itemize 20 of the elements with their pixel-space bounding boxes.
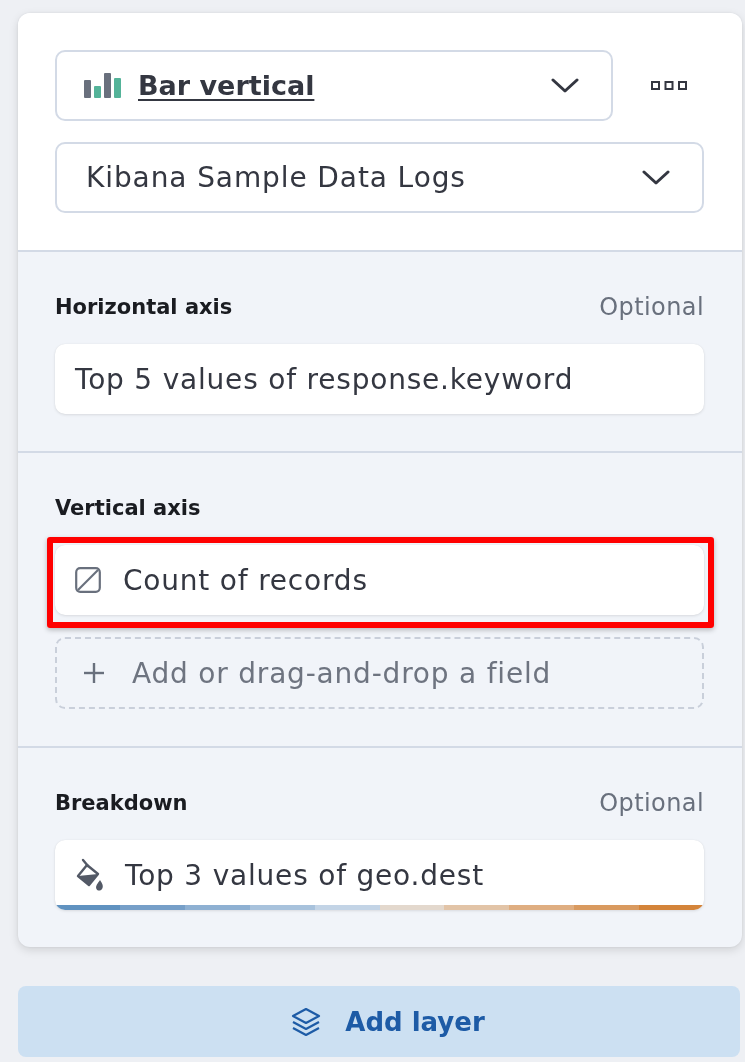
ellipsis-icon bbox=[651, 81, 687, 90]
optional-hint: Optional bbox=[599, 293, 704, 321]
chart-type-select[interactable]: Bar vertical bbox=[55, 50, 613, 121]
section-title: Horizontal axis bbox=[55, 295, 233, 319]
data-view-select[interactable]: Kibana Sample Data Logs bbox=[55, 142, 704, 213]
paint-bucket-icon bbox=[75, 858, 105, 892]
chevron-down-icon bbox=[642, 170, 670, 185]
plus-icon bbox=[83, 662, 105, 684]
chevron-down-icon bbox=[551, 78, 579, 93]
dimension-button[interactable]: Top 3 values of geo.dest bbox=[55, 840, 704, 910]
layers-icon bbox=[291, 1006, 322, 1037]
add-layer-button[interactable]: Add layer bbox=[18, 986, 740, 1057]
square-slash-icon bbox=[75, 567, 101, 593]
dimension-button[interactable]: Top 5 values of response.keyword bbox=[55, 344, 704, 414]
section-title: Breakdown bbox=[55, 791, 188, 815]
bar-chart-icon bbox=[84, 73, 121, 98]
dimension-button[interactable]: Count of records bbox=[55, 545, 704, 615]
add-field-dropzone[interactable]: Add or drag-and-drop a field bbox=[55, 637, 704, 709]
section-title: Vertical axis bbox=[55, 496, 201, 520]
optional-hint: Optional bbox=[599, 789, 704, 817]
